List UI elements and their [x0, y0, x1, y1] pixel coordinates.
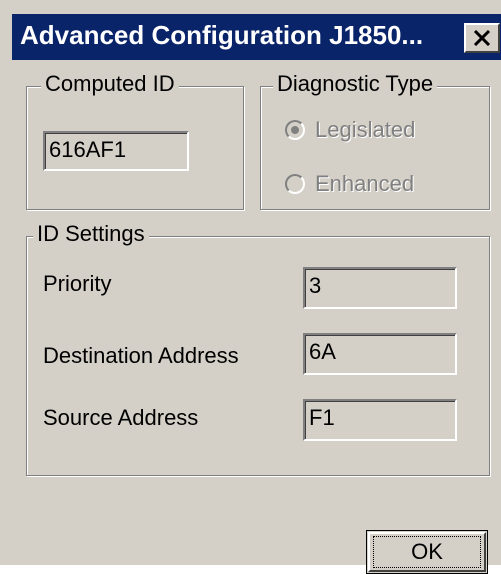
destination-address-label: Destination Address [43, 343, 239, 368]
ok-button[interactable]: OK [366, 530, 488, 574]
id-settings-legend: ID Settings [33, 221, 149, 247]
diagnostic-type-legend: Diagnostic Type [273, 71, 438, 97]
title-bar[interactable]: Advanced Configuration J1850... [12, 14, 501, 60]
radio-enhanced-label: Enhanced [315, 171, 415, 196]
priority-label: Priority [43, 271, 112, 296]
computed-id-group: Computed ID 616AF1 [26, 71, 244, 210]
destination-address-field[interactable]: 6A [303, 333, 457, 375]
radio-legislated-label: Legislated [315, 117, 416, 142]
window-title: Advanced Configuration J1850... [20, 20, 424, 50]
source-address-field[interactable]: F1 [303, 399, 457, 441]
diagnostic-type-group: Diagnostic Type Legislated Enhanced [260, 71, 490, 210]
close-icon [473, 30, 491, 46]
computed-id-legend: Computed ID [41, 71, 179, 97]
radio-legislated[interactable]: Legislated [285, 117, 415, 143]
priority-field[interactable]: 3 [303, 267, 457, 309]
close-button[interactable] [464, 23, 500, 53]
dialog-window: Advanced Configuration J1850... Computed… [0, 0, 501, 574]
ok-button-label: OK [373, 536, 481, 568]
radio-selected-dot [291, 126, 299, 134]
computed-id-field[interactable]: 616AF1 [43, 131, 189, 171]
radio-button-icon [285, 174, 305, 194]
radio-enhanced[interactable]: Enhanced [285, 171, 414, 197]
source-address-label: Source Address [43, 405, 199, 430]
id-settings-group: ID Settings Priority 3 Destination Addre… [26, 221, 490, 476]
radio-button-icon [285, 120, 305, 140]
dialog-body: Computed ID 616AF1 Diagnostic Type Legis… [12, 60, 501, 565]
